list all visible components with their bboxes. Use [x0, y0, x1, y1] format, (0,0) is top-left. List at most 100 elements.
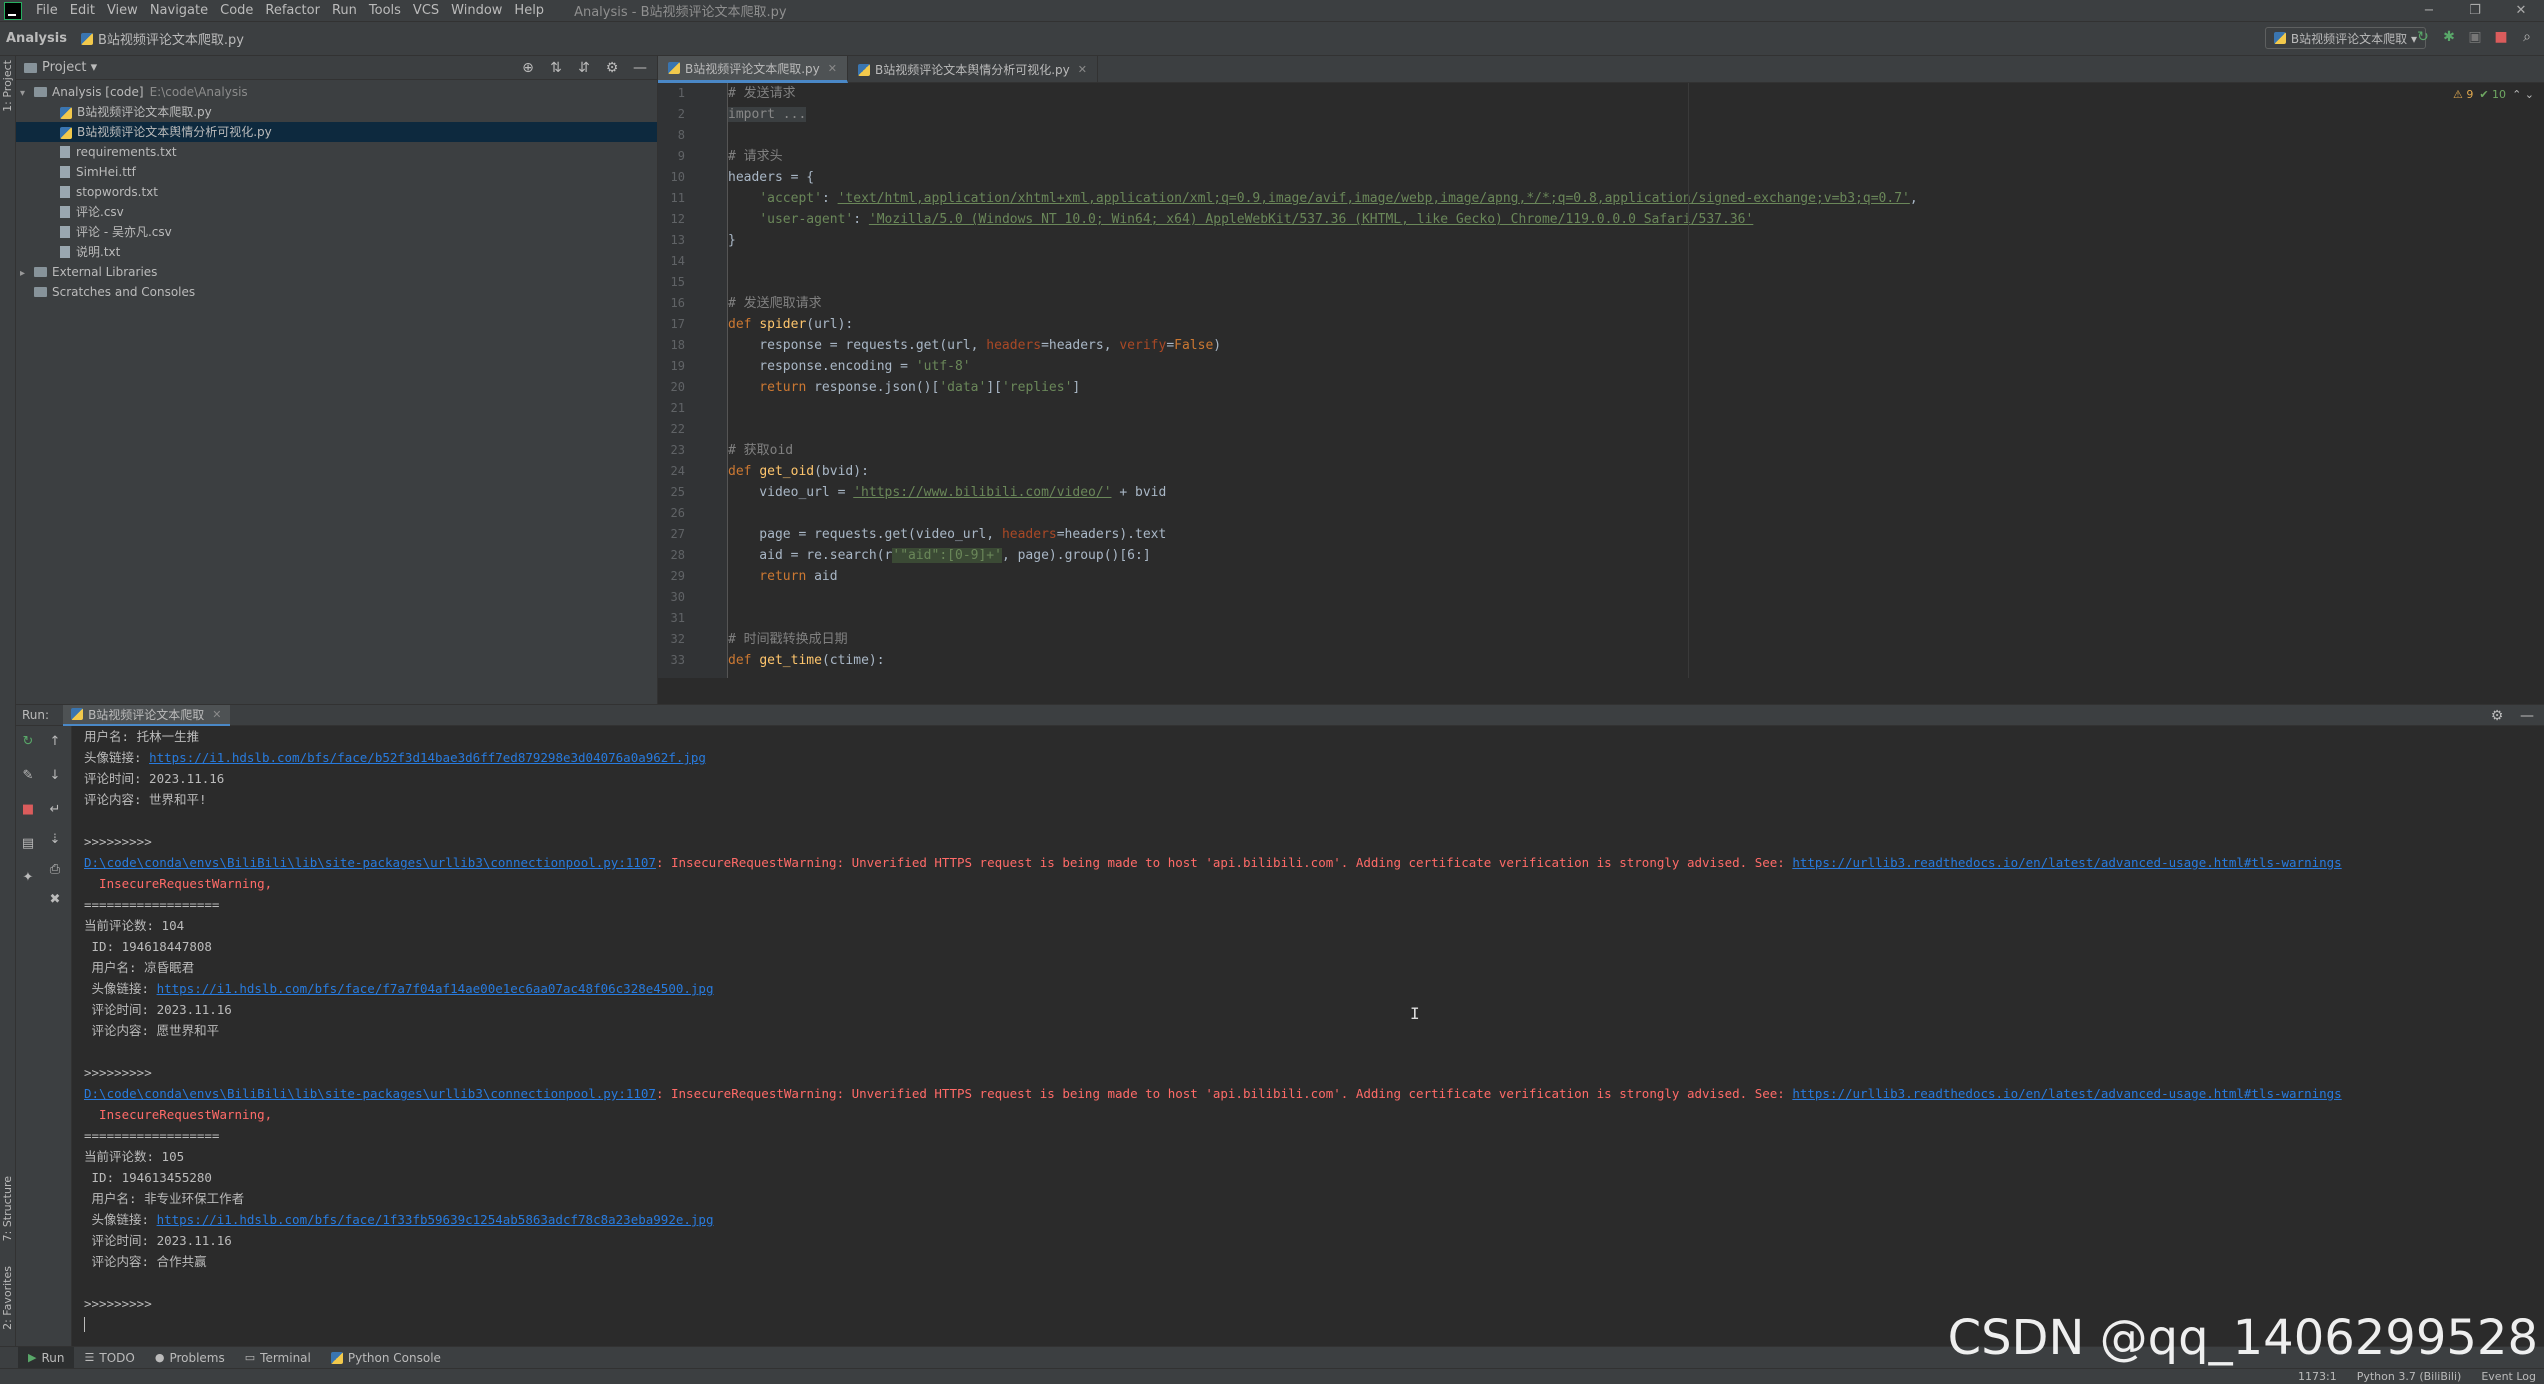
locate-file-icon[interactable]: ⊕: [519, 59, 537, 77]
tree-scratches[interactable]: Scratches and Consoles: [16, 282, 657, 302]
run-configuration-select[interactable]: B站视频评论文本爬取 ▾: [2264, 27, 2426, 49]
tree-root[interactable]: ▾ Analysis [code] E:\code\Analysis: [16, 82, 657, 102]
favorites-tool-tab[interactable]: 2: Favorites: [1, 1266, 14, 1330]
tool-tab-label: Terminal: [260, 1350, 311, 1365]
tab-spider-file[interactable]: B站视频评论文本爬取.py ✕: [658, 56, 848, 83]
stop-icon[interactable]: ■: [19, 800, 37, 818]
console-link[interactable]: https://i1.hdslb.com/bfs/face/b52f3d14ba…: [149, 750, 706, 765]
scroll-up-icon[interactable]: ↑: [46, 732, 64, 750]
project-view-select[interactable]: Project ▾: [42, 60, 97, 75]
trash-icon[interactable]: ✖: [46, 890, 64, 908]
soft-wrap-icon[interactable]: ↵: [46, 800, 64, 818]
coverage-icon[interactable]: ▣: [2466, 28, 2484, 46]
menu-vcs[interactable]: VCS: [407, 0, 445, 22]
rerun-icon[interactable]: ↻: [19, 732, 37, 750]
close-tab-icon[interactable]: ✕: [828, 62, 837, 75]
tool-tab-problems[interactable]: ● Problems: [145, 1347, 235, 1369]
console-link[interactable]: https://urllib3.readthedocs.io/en/latest…: [1792, 1086, 2341, 1101]
console-line: 评论内容: 愿世界和平: [72, 1020, 2544, 1041]
menu-window[interactable]: Window: [445, 0, 508, 22]
console-link[interactable]: https://i1.hdslb.com/bfs/face/f7a7f04af1…: [157, 981, 714, 996]
caret-position[interactable]: 1173:1: [2298, 1369, 2337, 1384]
hide-panel-icon[interactable]: —: [631, 59, 649, 77]
ok-count[interactable]: ✔ 10: [2479, 88, 2506, 101]
settings-gear-icon[interactable]: ⚙: [2488, 707, 2506, 725]
console-link[interactable]: https://urllib3.readthedocs.io/en/latest…: [1792, 855, 2341, 870]
close-tab-icon[interactable]: ✕: [1078, 63, 1087, 76]
run-tab[interactable]: B站视频评论文本爬取 ✕: [63, 704, 230, 726]
tool-tab-label: TODO: [99, 1350, 135, 1365]
inspection-nav[interactable]: ⌃ ⌄: [2512, 88, 2534, 101]
code-line: aid = re.search(r'"aid":[0-9]+', page).g…: [728, 545, 2544, 566]
tree-file[interactable]: requirements.txt: [16, 142, 657, 162]
tree-file[interactable]: 评论 - 吴亦凡.csv: [16, 222, 657, 242]
tree-file[interactable]: SimHei.ttf: [16, 162, 657, 182]
breadcrumb-file[interactable]: B站视频评论文本爬取.py: [80, 29, 244, 48]
search-icon[interactable]: ⌕: [2518, 28, 2536, 46]
tree-external-libraries[interactable]: ▸ External Libraries: [16, 262, 657, 282]
hide-panel-icon[interactable]: —: [2518, 707, 2536, 725]
event-log[interactable]: Event Log: [2481, 1369, 2536, 1384]
restore-button[interactable]: ❐: [2452, 0, 2498, 22]
rerun-icon[interactable]: ↻: [2414, 28, 2432, 46]
tree-file-selected[interactable]: B站视频评论文本舆情分析可视化.py: [16, 122, 657, 142]
chevron-down-icon[interactable]: ▾: [20, 84, 34, 104]
console-link[interactable]: D:\code\conda\envs\BiliBili\lib\site-pac…: [84, 1086, 656, 1101]
wrench-icon[interactable]: ✎: [19, 766, 37, 784]
menu-bar: File Edit View Navigate Code Refactor Ru…: [0, 0, 2544, 22]
tool-tab-todo[interactable]: ☰ TODO: [74, 1347, 144, 1369]
menu-navigate[interactable]: Navigate: [144, 0, 214, 22]
code-editor[interactable]: # 发送请求 import ... # 请求头 headers = { 'acc…: [728, 83, 2544, 678]
menu-file[interactable]: File: [30, 0, 64, 22]
menu-view[interactable]: View: [101, 0, 144, 22]
console-text: 用户名: 非专业环保工作者: [84, 1191, 245, 1206]
debug-icon[interactable]: ✱: [2440, 28, 2458, 46]
console-link[interactable]: https://i1.hdslb.com/bfs/face/1f33fb5963…: [157, 1212, 714, 1227]
minimize-button[interactable]: −: [2406, 0, 2452, 22]
scroll-down-icon[interactable]: ↓: [46, 766, 64, 784]
csv-file-icon: [60, 206, 70, 218]
folded-import[interactable]: import ...: [728, 107, 807, 122]
menu-help[interactable]: Help: [508, 0, 550, 22]
pin-icon[interactable]: ✦: [19, 868, 37, 886]
breadcrumb-project[interactable]: Analysis: [6, 31, 67, 46]
print-icon[interactable]: ⎙: [46, 860, 64, 878]
line-number: 11: [670, 191, 685, 205]
line-number: 9: [677, 149, 685, 163]
console-line: InsecureRequestWarning,: [72, 873, 2544, 894]
restore-layout-icon[interactable]: ▤: [19, 834, 37, 852]
tree-file[interactable]: 说明.txt: [16, 242, 657, 262]
close-tab-icon[interactable]: ✕: [212, 708, 221, 721]
menu-run[interactable]: Run: [326, 0, 363, 22]
menu-edit[interactable]: Edit: [64, 0, 101, 22]
close-window-button[interactable]: ✕: [2498, 0, 2544, 22]
code-line: }: [728, 230, 2544, 251]
code-keyword: def: [728, 464, 752, 479]
settings-gear-icon[interactable]: ⚙: [603, 59, 621, 77]
tree-file[interactable]: B站视频评论文本爬取.py: [16, 102, 657, 122]
menu-code[interactable]: Code: [214, 0, 259, 22]
chevron-right-icon[interactable]: ▸: [20, 264, 34, 284]
expand-all-icon[interactable]: ⇅: [547, 59, 565, 77]
project-tool-tab[interactable]: 1: Project: [1, 60, 14, 112]
menu-tools[interactable]: Tools: [363, 0, 407, 22]
run-console[interactable]: 用户名: 托林一生推 头像链接: https://i1.hdslb.com/bf…: [72, 726, 2544, 1346]
tool-tab-terminal[interactable]: ▭ Terminal: [235, 1347, 321, 1369]
warning-count[interactable]: ⚠ 9: [2453, 88, 2473, 101]
tool-tab-python-console[interactable]: Python Console: [321, 1347, 451, 1369]
tree-file[interactable]: stopwords.txt: [16, 182, 657, 202]
python-interpreter[interactable]: Python 3.7 (BiliBili): [2357, 1369, 2462, 1384]
tree-file[interactable]: 评论.csv: [16, 202, 657, 222]
scroll-to-end-icon[interactable]: ⇣: [46, 830, 64, 848]
console-link[interactable]: D:\code\conda\envs\BiliBili\lib\site-pac…: [84, 855, 656, 870]
tab-analysis-file[interactable]: B站视频评论文本舆情分析可视化.py ✕: [848, 56, 1098, 83]
tool-tab-run[interactable]: ▶ Run: [18, 1346, 75, 1369]
collapse-all-icon[interactable]: ⇵: [575, 59, 593, 77]
inspection-widget[interactable]: ⚠ 9 ✔ 10 ⌃ ⌄: [2453, 88, 2534, 101]
code-text: =headers).text: [1056, 527, 1167, 542]
menu-refactor[interactable]: Refactor: [259, 0, 326, 22]
structure-tool-tab[interactable]: 7: Structure: [1, 1176, 14, 1241]
stop-icon[interactable]: ■: [2492, 28, 2510, 46]
